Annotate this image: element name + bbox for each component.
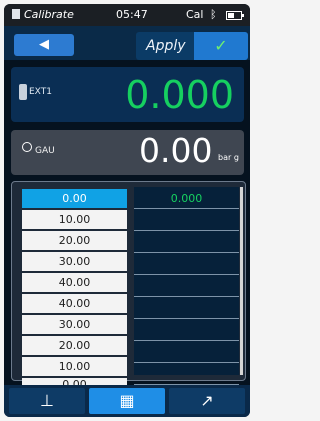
gau-reading-panel[interactable]: GAU 0.00 bar g	[11, 130, 244, 175]
gau-reading-value: 0.00	[139, 131, 213, 170]
ext-channel-label: EXT1	[29, 87, 52, 97]
back-arrow-icon: ◀	[39, 37, 49, 52]
setpoint-row[interactable]: 10.00	[22, 210, 127, 229]
reading-row[interactable]	[134, 321, 239, 341]
setpoint-row[interactable]: 20.00	[22, 231, 127, 250]
ext-reading-panel[interactable]: EXT1 0.000	[11, 67, 244, 122]
reading-row[interactable]: 0.000	[134, 189, 239, 209]
battery-icon	[226, 11, 244, 20]
calibration-table: 0.00 10.00 20.00 30.00 40.00 40.00 30.00…	[11, 181, 246, 387]
setpoint-column: 0.00 10.00 20.00 30.00 40.00 40.00 30.00…	[17, 187, 132, 389]
status-time: 05:47	[116, 8, 148, 21]
reading-row[interactable]	[134, 365, 239, 385]
table-scrollbar[interactable]	[240, 187, 243, 375]
setpoint-row[interactable]: 0.00	[22, 189, 127, 208]
bottom-tab-bar: ⊥ ▦ ↗	[4, 385, 250, 417]
bluetooth-icon: ᛒ	[210, 8, 217, 21]
apply-button[interactable]: Apply ✓	[136, 32, 248, 60]
setpoint-row[interactable]: 10.00	[22, 357, 127, 376]
reading-row[interactable]	[134, 255, 239, 275]
reading-row[interactable]	[134, 343, 239, 363]
status-title: Calibrate	[12, 8, 74, 21]
checkmark-icon[interactable]: ✓	[194, 32, 248, 60]
document-icon	[12, 9, 20, 19]
reading-row[interactable]	[134, 211, 239, 231]
setpoint-row[interactable]: 40.00	[22, 294, 127, 313]
status-bar: Calibrate 05:47 Cal ᛒ	[4, 4, 250, 26]
ext-reading-value: 0.000	[125, 73, 234, 117]
setpoint-row[interactable]: 30.00	[22, 252, 127, 271]
chart-icon: ↗	[200, 391, 214, 410]
gauge-icon	[22, 142, 32, 152]
pressure-icon: ⊥	[40, 391, 54, 410]
setpoint-row[interactable]: 30.00	[22, 315, 127, 334]
gau-unit-label: bar g	[218, 153, 239, 162]
tab-table[interactable]: ▦	[89, 388, 165, 414]
reading-row[interactable]	[134, 233, 239, 253]
apply-label: Apply	[146, 38, 186, 54]
reading-row[interactable]	[134, 299, 239, 319]
device-screen: Calibrate 05:47 Cal ᛒ ◀ Apply ✓ EXT1 0.0…	[4, 4, 250, 417]
tab-calibrate[interactable]: ⊥	[9, 388, 85, 414]
nav-bar: ◀ Apply ✓	[4, 26, 250, 60]
gau-channel-label: GAU	[35, 146, 55, 156]
setpoint-row[interactable]: 20.00	[22, 336, 127, 355]
status-title-text: Calibrate	[24, 8, 74, 21]
tab-chart[interactable]: ↗	[169, 388, 245, 414]
status-mode: Cal	[186, 8, 204, 21]
setpoint-row[interactable]: 40.00	[22, 273, 127, 292]
reading-column: 0.000	[134, 187, 239, 385]
reading-row[interactable]	[134, 277, 239, 297]
table-icon: ▦	[119, 391, 135, 410]
back-button[interactable]: ◀	[14, 34, 74, 56]
sensor-icon	[19, 84, 27, 100]
